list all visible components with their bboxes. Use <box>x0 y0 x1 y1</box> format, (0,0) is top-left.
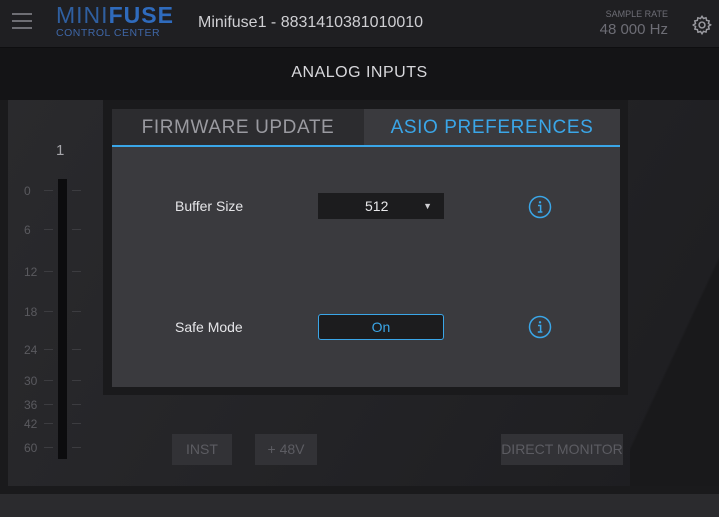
tab-firmware-update[interactable]: FIRMWARE UPDATE <box>112 109 364 145</box>
preferences-dialog: FIRMWARE UPDATE ASIO PREFERENCES Buffer … <box>112 109 620 387</box>
footer-strip <box>0 494 719 517</box>
scale-label: 60 <box>24 441 38 455</box>
scale-label: 42 <box>24 417 38 431</box>
scale-label: 30 <box>24 374 38 388</box>
section-title: ANALOG INPUTS <box>291 64 428 81</box>
scale-label: 36 <box>24 398 38 412</box>
top-bar: MINIFUSE CONTROL CENTER Minifuse1 - 8831… <box>0 0 719 48</box>
safe-mode-toggle[interactable]: On <box>318 314 444 340</box>
scale-label: 0 <box>24 184 31 198</box>
scale-tick <box>44 349 53 350</box>
scale-tick <box>44 423 53 424</box>
safe-mode-label: Safe Mode <box>175 319 243 335</box>
scale-tick <box>44 447 53 448</box>
scale-tick <box>72 311 81 312</box>
sample-rate-label: SAMPLE RATE <box>605 9 668 19</box>
channel-number: 1 <box>56 142 65 159</box>
scale-tick <box>72 404 81 405</box>
scale-label: 18 <box>24 305 38 319</box>
scale-tick <box>44 311 53 312</box>
scale-label: 12 <box>24 265 38 279</box>
scale-tick <box>72 271 81 272</box>
sample-rate-value: 48 000 Hz <box>599 21 668 38</box>
tab-asio-preferences[interactable]: ASIO PREFERENCES <box>364 109 620 145</box>
hamburger-menu-icon[interactable] <box>12 13 32 31</box>
scale-label: 24 <box>24 343 38 357</box>
chevron-down-icon: ▼ <box>423 201 432 211</box>
scale-label: 6 <box>24 223 31 237</box>
gear-icon[interactable] <box>691 14 713 36</box>
scale-tick <box>44 380 53 381</box>
scale-tick <box>44 229 53 230</box>
tab-underline <box>112 145 620 147</box>
scale-tick <box>72 349 81 350</box>
direct-monitor-button[interactable]: DIRECT MONITOR <box>501 434 623 465</box>
scale-tick <box>72 380 81 381</box>
scale-tick <box>72 229 81 230</box>
device-name: Minifuse1 - 8831410381010010 <box>198 14 424 31</box>
scale-tick <box>72 190 81 191</box>
buffer-size-label: Buffer Size <box>175 198 244 214</box>
buffer-size-value: 512 <box>365 198 389 214</box>
logo-fuse: FUSE <box>108 2 174 28</box>
info-icon[interactable] <box>528 315 552 339</box>
logo: MINIFUSE CONTROL CENTER <box>56 4 174 39</box>
phantom-power-button[interactable]: + 48V <box>255 434 317 465</box>
scale-tick <box>44 404 53 405</box>
buffer-size-select[interactable]: 512 ▼ <box>318 193 444 219</box>
scale-tick <box>44 271 53 272</box>
level-meter <box>58 179 67 459</box>
scale-tick <box>44 190 53 191</box>
scale-tick <box>72 447 81 448</box>
panel-decoration <box>630 100 719 486</box>
inst-button[interactable]: INST <box>172 434 232 465</box>
logo-mini: MINI <box>56 2 109 28</box>
scale-tick <box>72 423 81 424</box>
info-icon[interactable] <box>528 195 552 219</box>
logo-subtitle: CONTROL CENTER <box>56 27 161 39</box>
